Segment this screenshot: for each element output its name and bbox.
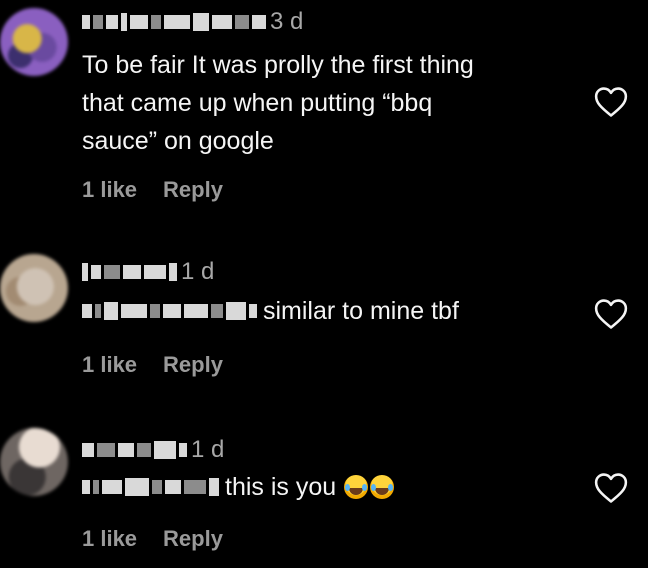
avatar[interactable]	[0, 254, 68, 322]
mention-pixelated[interactable]	[82, 301, 257, 321]
comment-time: 1 d	[191, 436, 225, 463]
comment-actions: 1 like Reply	[82, 177, 223, 203]
avatar[interactable]	[0, 428, 68, 496]
comment-actions: 1 like Reply	[82, 352, 223, 378]
like-count[interactable]: 1 like	[82, 352, 137, 378]
heart-icon[interactable]	[594, 472, 628, 504]
comment-time: 3 d	[270, 8, 304, 35]
comment-header: 1 d	[82, 434, 224, 466]
comment-text: To be fair It was prolly the first thing…	[82, 51, 474, 155]
like-count[interactable]: 1 like	[82, 526, 137, 552]
like-count[interactable]: 1 like	[82, 177, 137, 203]
reply-button[interactable]: Reply	[163, 177, 223, 203]
username-pixelated[interactable]	[82, 262, 177, 282]
comment-actions: 1 like Reply	[82, 526, 223, 552]
avatar[interactable]	[0, 8, 68, 76]
reply-button[interactable]: Reply	[163, 526, 223, 552]
heart-icon[interactable]	[594, 298, 628, 330]
username-pixelated[interactable]	[82, 12, 266, 32]
laughing-emoji-icon	[344, 475, 369, 499]
comment-header: 3 d	[82, 6, 303, 38]
comment-time: 1 d	[181, 258, 215, 285]
laughing-emoji-pair	[342, 475, 395, 499]
comment-header: 1 d	[82, 256, 214, 288]
comment-body: this is you	[82, 468, 582, 506]
comment-text: this is you	[225, 473, 337, 501]
mention-pixelated[interactable]	[82, 477, 219, 497]
comment-body: similar to mine tbf	[82, 292, 582, 330]
reply-button[interactable]: Reply	[163, 352, 223, 378]
comment-text: similar to mine tbf	[263, 297, 459, 325]
laughing-emoji-icon	[370, 475, 395, 499]
heart-icon[interactable]	[594, 86, 628, 118]
username-pixelated[interactable]	[82, 440, 187, 460]
